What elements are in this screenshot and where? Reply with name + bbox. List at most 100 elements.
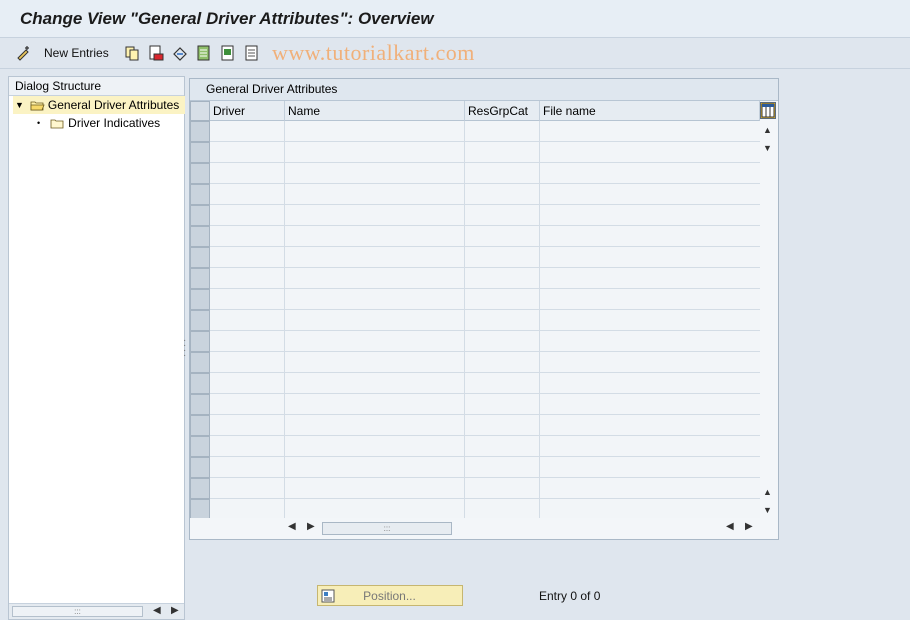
tree-item-label: General Driver Attributes (47, 98, 180, 112)
table-row[interactable] (210, 415, 760, 436)
table-row[interactable] (210, 184, 760, 205)
title-bar: Change View "General Driver Attributes":… (0, 0, 910, 38)
table-row[interactable] (210, 247, 760, 268)
row-selector[interactable] (190, 121, 210, 142)
column-divider (539, 121, 540, 518)
row-selector[interactable] (190, 394, 210, 415)
select-block-button[interactable] (220, 44, 236, 62)
table-control: General Driver Attributes Driver Name Re… (189, 78, 779, 540)
deselect-all-icon (245, 45, 258, 61)
page-title: Change View "General Driver Attributes":… (20, 9, 434, 28)
folder-icon (50, 119, 64, 128)
dialog-structure-header: Dialog Structure (9, 77, 184, 96)
row-selector[interactable] (190, 142, 210, 163)
scroll-right-icon[interactable]: ▶ (307, 521, 315, 532)
tree-item-driver-indicatives[interactable]: • Driver Indicatives (37, 114, 177, 132)
scroll-thumb[interactable]: ::: (12, 606, 143, 617)
undo-button[interactable] (172, 44, 188, 62)
scroll-left-icon[interactable]: ◀ (288, 521, 296, 532)
table-row[interactable] (210, 478, 760, 499)
table-settings-icon (761, 103, 775, 118)
page-down-icon[interactable]: ▼ (763, 505, 772, 515)
table-row[interactable] (210, 142, 760, 163)
row-selector[interactable] (190, 436, 210, 457)
scroll-down-icon[interactable]: ▼ (763, 143, 772, 153)
row-selector[interactable] (190, 205, 210, 226)
position-button-label: Position... (363, 588, 416, 603)
watermark: www.tutorialkart.com (272, 40, 475, 65)
panel-splitter-handle[interactable]: · · · · (183, 336, 187, 361)
tree-item-general-driver-attributes[interactable]: ▼ General Driver Attributes (13, 96, 185, 114)
row-selector[interactable] (190, 478, 210, 499)
row-selector[interactable] (190, 415, 210, 436)
table-horizontal-scrollbar[interactable]: ◀ ▶ ::: ◀ ▶ (190, 518, 778, 537)
expand-arrow-icon[interactable]: ▼ (15, 96, 24, 114)
scroll-right-icon[interactable]: ▶ (171, 605, 179, 616)
display-change-icon (17, 46, 29, 61)
copy-button[interactable] (124, 44, 140, 62)
tree-item-label: Driver Indicatives (68, 116, 161, 130)
scroll-left-icon[interactable]: ◀ (726, 521, 734, 532)
row-selector[interactable] (190, 163, 210, 184)
table-row[interactable] (210, 331, 760, 352)
table-row[interactable] (210, 394, 760, 415)
table-row[interactable] (210, 457, 760, 478)
entry-counter: Entry 0 of 0 (539, 589, 601, 603)
scroll-right-icon[interactable]: ▶ (745, 521, 753, 532)
table-title: General Driver Attributes (190, 79, 778, 101)
table-vertical-scrollbar[interactable]: ▲ ▼ ▲ ▼ (760, 123, 776, 519)
table-row[interactable] (210, 499, 760, 520)
column-divider (284, 121, 285, 518)
select-block-icon (221, 45, 234, 61)
dialog-structure-panel: Dialog Structure ▼ General Driver Attrib… (8, 76, 185, 620)
row-selector[interactable] (190, 226, 210, 247)
open-folder-icon (30, 101, 45, 110)
delete-icon (149, 45, 164, 61)
display-change-button[interactable] (16, 44, 32, 62)
scroll-left-icon[interactable]: ◀ (153, 605, 161, 616)
table-row[interactable] (210, 163, 760, 184)
deselect-all-button[interactable] (244, 44, 260, 62)
select-all-button[interactable] (196, 44, 212, 62)
row-selector[interactable] (190, 331, 210, 352)
delete-button[interactable] (148, 44, 164, 62)
table-row[interactable] (210, 268, 760, 289)
column-header-name[interactable]: Name (285, 101, 465, 121)
position-icon (321, 589, 335, 602)
scroll-up-icon[interactable]: ▲ (763, 125, 772, 135)
table-row[interactable] (210, 436, 760, 457)
undo-icon (173, 47, 187, 61)
row-selector[interactable] (190, 268, 210, 289)
table-row[interactable] (210, 205, 760, 226)
row-selector[interactable] (190, 310, 210, 331)
page-up-icon[interactable]: ▲ (763, 487, 772, 497)
row-selector[interactable] (190, 373, 210, 394)
scroll-thumb[interactable]: ::: (322, 522, 452, 535)
select-all-rows-corner[interactable] (190, 101, 210, 121)
row-selector[interactable] (190, 289, 210, 310)
table-row[interactable] (210, 289, 760, 310)
row-selector[interactable] (190, 457, 210, 478)
table-settings-button[interactable] (760, 102, 776, 119)
row-selector[interactable] (190, 352, 210, 373)
row-selector[interactable] (190, 247, 210, 268)
bullet-icon: • (37, 118, 41, 128)
new-entries-button[interactable]: New Entries (40, 44, 109, 62)
column-divider (464, 121, 465, 518)
position-button[interactable]: Position... (317, 585, 463, 606)
table-row[interactable] (210, 226, 760, 247)
table-row[interactable] (210, 121, 760, 142)
column-header-driver[interactable]: Driver (210, 101, 285, 121)
table-row[interactable] (210, 352, 760, 373)
application-toolbar: New Entries www.tutorialkart.com (0, 39, 910, 69)
row-selector[interactable] (190, 184, 210, 205)
select-all-icon (197, 45, 210, 61)
left-panel-scrollbar[interactable]: ::: ◀ ▶ (9, 603, 184, 619)
copy-icon (125, 46, 139, 61)
column-header-file-name[interactable]: File name (540, 101, 760, 121)
row-selector[interactable] (190, 499, 210, 520)
column-header-resgrpcat[interactable]: ResGrpCat (465, 101, 540, 121)
table-row[interactable] (210, 310, 760, 331)
table-row[interactable] (210, 373, 760, 394)
new-entries-label: New Entries (44, 46, 109, 60)
